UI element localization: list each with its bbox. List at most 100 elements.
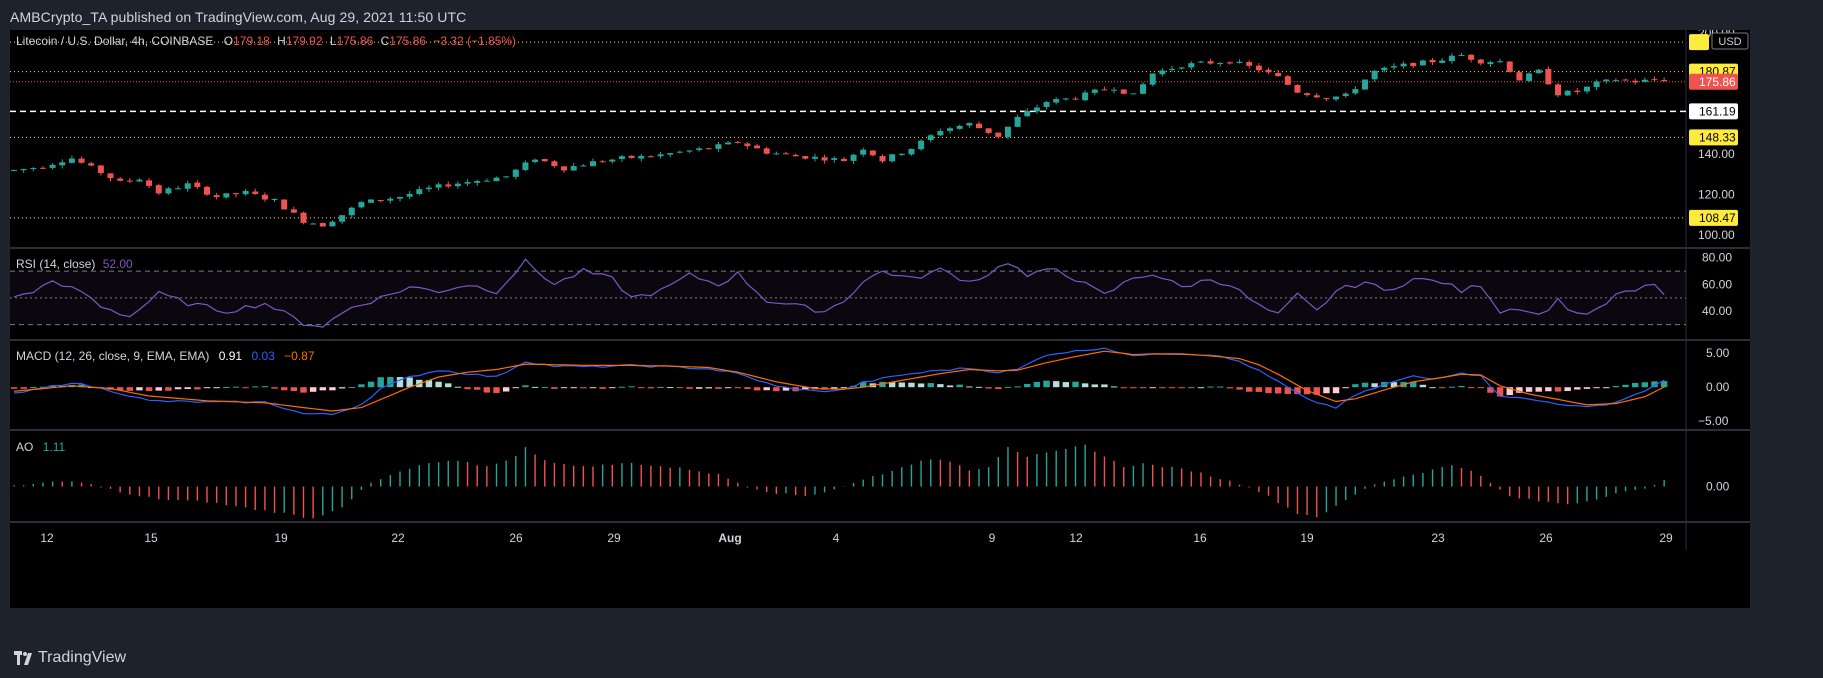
macd-histogram-bar xyxy=(840,387,848,389)
macd-histogram-bar xyxy=(1603,387,1610,389)
candle-body xyxy=(676,151,683,153)
time-axis-tick: 16 xyxy=(1193,531,1207,545)
price-level-badge-label: 108.47 xyxy=(1699,211,1736,225)
macd-histogram-bar xyxy=(1004,386,1012,388)
macd-histogram-bar xyxy=(1467,387,1475,389)
macd-histogram-bar xyxy=(145,387,153,392)
candle-body xyxy=(1429,60,1436,63)
candle-body xyxy=(387,198,394,201)
candle-body xyxy=(483,180,490,182)
time-axis: 12 15 19 22 26 29 Aug 4 9 12 16 19 23 26 29 xyxy=(40,531,1673,545)
candle-body xyxy=(290,209,297,213)
candle-body xyxy=(1072,98,1079,100)
candle-body xyxy=(1313,95,1320,98)
macd-histogram-bar xyxy=(1574,387,1581,390)
macd-histogram-bar xyxy=(734,387,741,389)
candle-body xyxy=(397,196,403,199)
candle-body xyxy=(889,154,896,162)
candle-body xyxy=(609,159,616,162)
candle-body xyxy=(725,142,732,145)
candle-body xyxy=(734,141,741,143)
price-axis-tick: 120.00 xyxy=(1698,188,1735,202)
chart-svg[interactable]: 121519222629Aug49121619232629 200.00140.… xyxy=(10,30,1750,608)
candle-body xyxy=(377,199,384,201)
candle-body xyxy=(1622,79,1629,81)
macd-histogram-bar xyxy=(1033,381,1041,388)
candle-body xyxy=(1217,63,1224,65)
macd-histogram-bar xyxy=(1110,386,1118,388)
macd-histogram-bar xyxy=(1091,384,1098,388)
macd-histogram-bar xyxy=(30,386,37,388)
macd-histogram-bar xyxy=(20,387,27,389)
rsi-axis-tick: 40.00 xyxy=(1702,304,1732,318)
candle-body xyxy=(1583,86,1590,92)
macd-histogram-bar xyxy=(715,387,722,389)
macd-histogram-bar xyxy=(917,383,925,388)
candle-body xyxy=(300,212,307,223)
macd-histogram-bar xyxy=(1554,387,1562,392)
rsi-label: RSI (14, close) xyxy=(16,257,95,271)
time-axis-tick: 19 xyxy=(1300,531,1314,545)
time-axis-tick: Aug xyxy=(718,531,741,545)
candle-body xyxy=(1535,69,1542,74)
macd-histogram-bar xyxy=(1043,380,1050,388)
macd-histogram-bar xyxy=(1226,387,1234,389)
macd-histogram-bar xyxy=(203,387,211,389)
candle-body xyxy=(532,159,539,162)
candle-body xyxy=(503,176,510,178)
candle-body xyxy=(541,159,548,162)
candle-body xyxy=(512,169,519,177)
candle-body xyxy=(1197,61,1204,63)
tradingview-logo[interactable]: TradingView xyxy=(14,649,126,667)
candle-body xyxy=(406,193,413,197)
open-label: O xyxy=(224,34,233,48)
macd-histogram-bar xyxy=(155,387,162,391)
macd-histogram-bar xyxy=(338,387,346,389)
candle-body xyxy=(1632,80,1639,83)
candle-body xyxy=(1612,80,1619,82)
close-label: C xyxy=(381,34,390,48)
macd-histogram-bar xyxy=(1120,387,1127,389)
macd-histogram-bar xyxy=(609,387,616,389)
candle-body xyxy=(175,188,182,190)
candle-body xyxy=(416,189,423,194)
macd-histogram-bar xyxy=(531,386,539,388)
candle-body xyxy=(59,162,66,166)
macd-histogram-bar xyxy=(570,387,577,389)
macd-histogram-bar xyxy=(290,387,298,392)
macd-histogram-bar xyxy=(1062,382,1070,388)
chart-area[interactable]: 121519222629Aug49121619232629 200.00140.… xyxy=(10,30,1750,608)
rsi-axis-tick: 80.00 xyxy=(1702,251,1732,265)
candle-body xyxy=(918,140,925,150)
candle-body xyxy=(1526,73,1533,81)
macd-histogram-bar xyxy=(1458,385,1465,388)
candle-body xyxy=(522,162,529,170)
candle-body xyxy=(840,158,847,162)
candle-body xyxy=(976,123,982,129)
macd-histogram-bar xyxy=(300,387,307,393)
macd-histogram-bar xyxy=(1139,387,1147,389)
price-level-badge xyxy=(1689,34,1709,51)
macd-histogram-bar xyxy=(165,387,172,391)
rsi-value: 52.00 xyxy=(103,257,133,271)
macd-histogram-bar xyxy=(194,387,201,390)
candle-body xyxy=(908,148,915,155)
candle-body xyxy=(1169,68,1175,70)
candle-body xyxy=(773,153,780,155)
candle-body xyxy=(1004,126,1011,137)
candle-body xyxy=(1120,89,1127,94)
time-axis-tick: 26 xyxy=(1539,531,1553,545)
candle-body xyxy=(454,183,461,187)
macd-histogram-bar xyxy=(493,387,500,394)
macd-histogram-bar xyxy=(705,387,712,389)
macd-histogram-bar xyxy=(358,384,365,388)
macd-histogram-bar xyxy=(580,387,587,389)
candle-body xyxy=(184,183,191,189)
macd-histogram-bar xyxy=(1496,387,1504,397)
macd-histogram-bar xyxy=(753,387,761,391)
macd-histogram-bar xyxy=(1525,387,1533,392)
macd-histogram-bar xyxy=(1323,387,1330,394)
candle-body xyxy=(1082,92,1089,101)
macd-histogram-bar xyxy=(773,387,780,392)
candle-body xyxy=(831,158,838,160)
